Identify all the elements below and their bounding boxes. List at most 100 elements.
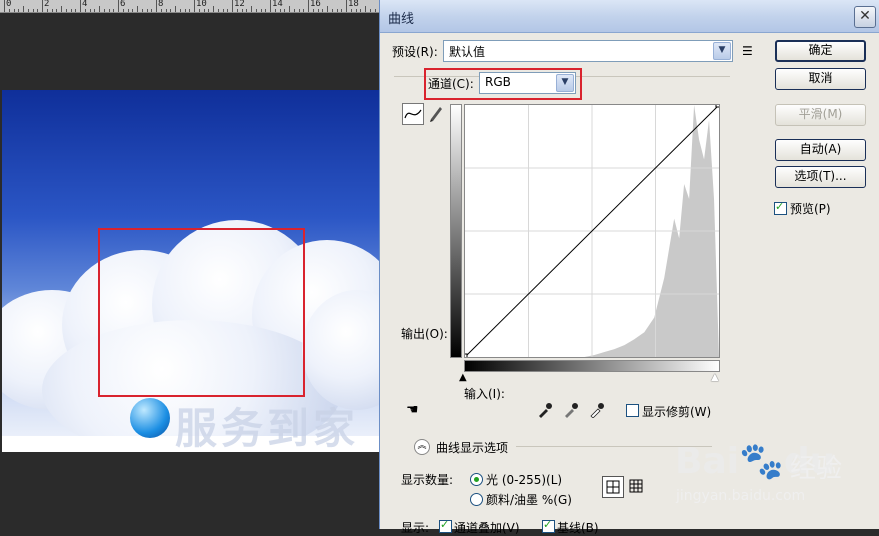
baidu-jingyan-text: 经验 (790, 454, 843, 484)
ruler-tick (236, 9, 238, 12)
light-radio[interactable] (470, 473, 483, 486)
curves-graph-svg[interactable] (461, 101, 722, 360)
ruler-tick (32, 9, 34, 12)
pencil-icon[interactable] (428, 104, 444, 125)
preview-checkbox[interactable] (774, 200, 787, 215)
ruler-tick (51, 9, 53, 12)
ruler-tick (75, 9, 77, 12)
ruler-tick (208, 9, 210, 12)
options-button[interactable]: 选项(T)... (775, 166, 866, 188)
curve-control-point (461, 353, 468, 360)
ruler-tick (89, 9, 91, 12)
ruler-label: 0 (6, 0, 12, 9)
ruler-tick (18, 9, 20, 12)
ruler-tick (265, 9, 267, 12)
curve-options-label: 曲线显示选项 (436, 441, 509, 455)
ruler-tick (137, 6, 138, 12)
preset-select[interactable]: 默认值 ▼ (443, 40, 733, 62)
input-label: 输入(I): (464, 387, 505, 401)
show-clipping-label: 显示修剪(W) (642, 405, 712, 419)
auto-button[interactable]: 自动(A) (775, 139, 866, 161)
ruler-tick (8, 9, 10, 12)
ruler-tick (260, 9, 262, 12)
baidu-url: jingyan.baidu.com (676, 488, 806, 504)
ruler-tick (175, 6, 176, 12)
channel-select[interactable]: RGB ▼ (479, 72, 576, 94)
channel-label: 通道(C): (428, 77, 474, 91)
ruler-tick (312, 9, 314, 12)
ruler-tick (331, 9, 333, 12)
ok-button[interactable]: 确定 (775, 40, 866, 62)
gray-eyedropper-icon[interactable] (563, 402, 579, 421)
black-eyedropper-icon[interactable] (537, 402, 553, 421)
ruler-tick (165, 9, 167, 12)
collapse-options-icon[interactable]: ︽ (414, 439, 430, 455)
ruler-label: 8 (158, 0, 164, 9)
ruler-tick (194, 0, 195, 12)
baidu-logo-bai: Bai (675, 441, 740, 482)
ruler-tick (70, 9, 72, 12)
ruler-tick (37, 9, 39, 12)
ruler-label: 6 (120, 0, 126, 9)
ruler-tick (350, 9, 352, 12)
ruler-tick (317, 9, 319, 12)
ruler-tick (189, 9, 191, 12)
simple-grid-icon[interactable] (602, 476, 624, 498)
preview-label: 预览(P) (790, 202, 831, 216)
preset-options-icon[interactable]: ☰ (742, 44, 753, 58)
horizontal-ruler: 0 2 4 6 8 10 12 14 16 18 (0, 0, 379, 13)
ruler-tick (141, 9, 143, 12)
dialog-title: 曲线 (388, 12, 415, 27)
ruler-tick (156, 0, 157, 12)
ruler-tick (61, 6, 62, 12)
ruler-label: 12 (234, 0, 245, 9)
channel-overlay-label: 通道叠加(V) (454, 521, 520, 535)
ruler-tick (251, 6, 252, 12)
hand-adjust-icon[interactable]: ☚ (406, 402, 419, 418)
ruler-tick (170, 9, 172, 12)
ruler-tick (298, 9, 300, 12)
detailed-grid-icon[interactable] (628, 478, 644, 497)
ruler-tick (46, 9, 48, 12)
ruler-tick (132, 9, 134, 12)
ruler-tick (94, 9, 96, 12)
pigment-radio-label: 颜料/油墨 %(G) (486, 493, 572, 507)
ruler-tick (341, 9, 343, 12)
ruler-tick (227, 9, 229, 12)
smooth-button[interactable]: 平滑(M) (775, 104, 866, 126)
ruler-tick (232, 0, 233, 12)
ruler-tick (65, 9, 67, 12)
ruler-tick (374, 9, 376, 12)
ruler-tick (113, 9, 115, 12)
ruler-tick (322, 9, 324, 12)
curve-tool-icon[interactable] (402, 103, 424, 125)
ruler-tick (146, 9, 148, 12)
cancel-button[interactable]: 取消 (775, 68, 866, 90)
ruler-tick (327, 6, 328, 12)
white-point-slider-icon[interactable]: ▲ (711, 372, 719, 383)
ruler-label: 14 (272, 0, 283, 9)
watermark-ball-icon (130, 398, 170, 438)
channel-value: RGB (485, 75, 511, 89)
close-button[interactable]: ✕ (854, 6, 876, 28)
ruler-tick (289, 6, 290, 12)
ruler-tick (84, 9, 86, 12)
chevron-down-icon: ▼ (556, 74, 574, 92)
ruler-tick (360, 9, 362, 12)
ruler-tick (160, 9, 162, 12)
ruler-tick (108, 9, 110, 12)
black-point-slider-icon[interactable]: ▲ (459, 372, 467, 383)
ruler-label: 10 (196, 0, 207, 9)
ruler-label: 16 (310, 0, 321, 9)
ruler-tick (99, 6, 100, 12)
ruler-label: 18 (348, 0, 359, 9)
pigment-radio[interactable] (470, 493, 483, 506)
curves-graph[interactable] (461, 101, 722, 360)
show-amount-label: 显示数量: (401, 473, 454, 487)
baseline-checkbox[interactable] (542, 518, 555, 533)
channel-overlay-checkbox[interactable] (439, 518, 452, 533)
white-eyedropper-icon[interactable] (589, 402, 605, 421)
show-clipping-checkbox[interactable] (626, 404, 639, 417)
ruler-tick (203, 9, 205, 12)
curve-control-point (715, 101, 722, 108)
